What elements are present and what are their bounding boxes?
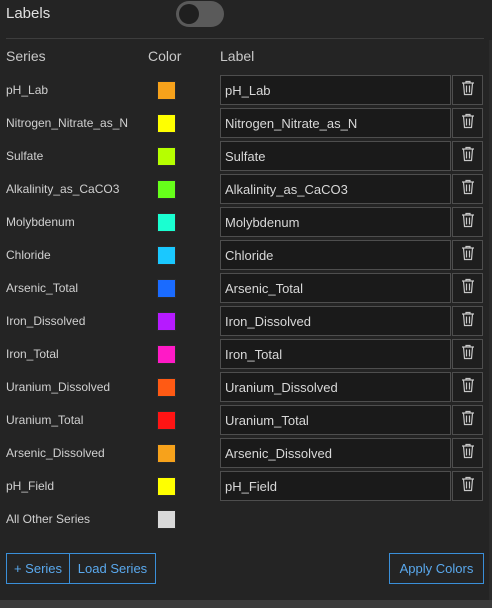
- color-swatch[interactable]: [157, 444, 176, 463]
- divider: [6, 38, 484, 39]
- bottom-bar: [0, 600, 492, 608]
- delete-series-button[interactable]: [452, 174, 483, 204]
- section-title: Labels: [6, 5, 51, 22]
- load-series-button[interactable]: Load Series: [69, 553, 156, 584]
- apply-colors-button[interactable]: Apply Colors: [389, 553, 484, 584]
- series-name: Uranium_Dissolved: [6, 380, 111, 394]
- series-label-input[interactable]: [220, 372, 451, 402]
- series-label-input[interactable]: [220, 174, 451, 204]
- delete-series-button[interactable]: [452, 471, 483, 501]
- series-name: pH_Field: [6, 479, 55, 493]
- series-name: Alkalinity_as_CaCO3: [6, 182, 120, 196]
- series-row: Arsenic_Dissolved: [0, 437, 492, 470]
- series-row: Alkalinity_as_CaCO3: [0, 173, 492, 206]
- delete-series-button[interactable]: [452, 141, 483, 171]
- trash-icon: [461, 443, 475, 464]
- series-label-input[interactable]: [220, 339, 451, 369]
- series-name: Nitrogen_Nitrate_as_N: [6, 116, 129, 130]
- label-column-header: Label: [220, 48, 255, 64]
- delete-series-button[interactable]: [452, 75, 483, 105]
- color-swatch[interactable]: [157, 411, 176, 430]
- color-swatch[interactable]: [157, 510, 176, 529]
- series-label-input[interactable]: [220, 273, 451, 303]
- trash-icon: [461, 476, 475, 497]
- series-name: Sulfate: [6, 149, 44, 163]
- series-row: Iron_Dissolved: [0, 305, 492, 338]
- color-swatch[interactable]: [157, 378, 176, 397]
- series-label-input[interactable]: [220, 108, 451, 138]
- trash-icon: [461, 113, 475, 134]
- series-row: Iron_Total: [0, 338, 492, 371]
- series-row: Chloride: [0, 239, 492, 272]
- color-swatch[interactable]: [157, 180, 176, 199]
- series-row: pH_Lab: [0, 74, 492, 107]
- series-label-input[interactable]: [220, 141, 451, 171]
- delete-series-button[interactable]: [452, 240, 483, 270]
- trash-icon: [461, 311, 475, 332]
- series-row: Uranium_Dissolved: [0, 371, 492, 404]
- trash-icon: [461, 278, 475, 299]
- series-label-input[interactable]: [220, 207, 451, 237]
- trash-icon: [461, 212, 475, 233]
- delete-series-button[interactable]: [452, 207, 483, 237]
- add-series-button[interactable]: + Series: [6, 553, 70, 584]
- color-swatch[interactable]: [157, 279, 176, 298]
- series-name: Uranium_Total: [6, 413, 84, 427]
- series-label-input[interactable]: [220, 438, 451, 468]
- trash-icon: [461, 179, 475, 200]
- color-swatch[interactable]: [157, 213, 176, 232]
- series-label-input[interactable]: [220, 75, 451, 105]
- series-list: pH_Lab Nitrogen_Nitrate_as_N Sulfate Alkali…: [0, 74, 492, 536]
- series-label-input[interactable]: [220, 405, 451, 435]
- labels-toggle[interactable]: [176, 1, 224, 27]
- color-swatch[interactable]: [157, 345, 176, 364]
- color-swatch[interactable]: [157, 81, 176, 100]
- delete-series-button[interactable]: [452, 273, 483, 303]
- series-row: Molybdenum: [0, 206, 492, 239]
- trash-icon: [461, 344, 475, 365]
- series-name: Iron_Dissolved: [6, 314, 86, 328]
- series-label-input[interactable]: [220, 471, 451, 501]
- trash-icon: [461, 245, 475, 266]
- delete-series-button[interactable]: [452, 339, 483, 369]
- color-swatch[interactable]: [157, 312, 176, 331]
- series-name: pH_Lab: [6, 83, 49, 97]
- trash-icon: [461, 146, 475, 167]
- series-name: Chloride: [6, 248, 51, 262]
- series-row: All Other Series: [0, 503, 492, 536]
- series-label-input[interactable]: [220, 306, 451, 336]
- color-swatch[interactable]: [157, 114, 176, 133]
- delete-series-button[interactable]: [452, 438, 483, 468]
- series-column-header: Series: [6, 48, 46, 64]
- delete-series-button[interactable]: [452, 405, 483, 435]
- series-row: Sulfate: [0, 140, 492, 173]
- delete-series-button[interactable]: [452, 306, 483, 336]
- color-swatch[interactable]: [157, 147, 176, 166]
- trash-icon: [461, 80, 475, 101]
- series-name: Arsenic_Dissolved: [6, 446, 105, 460]
- labels-header: Labels: [0, 0, 492, 38]
- series-row: Uranium_Total: [0, 404, 492, 437]
- trash-icon: [461, 377, 475, 398]
- series-row: pH_Field: [0, 470, 492, 503]
- delete-series-button[interactable]: [452, 108, 483, 138]
- series-name: All Other Series: [6, 512, 91, 526]
- series-row: Arsenic_Total: [0, 272, 492, 305]
- trash-icon: [461, 410, 475, 431]
- delete-series-button[interactable]: [452, 372, 483, 402]
- color-swatch[interactable]: [157, 477, 176, 496]
- toggle-knob: [179, 4, 199, 24]
- color-swatch[interactable]: [157, 246, 176, 265]
- series-label-input[interactable]: [220, 240, 451, 270]
- series-name: Molybdenum: [6, 215, 75, 229]
- series-name: Iron_Total: [6, 347, 59, 361]
- color-column-header: Color: [148, 48, 182, 64]
- series-name: Arsenic_Total: [6, 281, 79, 295]
- series-row: Nitrogen_Nitrate_as_N: [0, 107, 492, 140]
